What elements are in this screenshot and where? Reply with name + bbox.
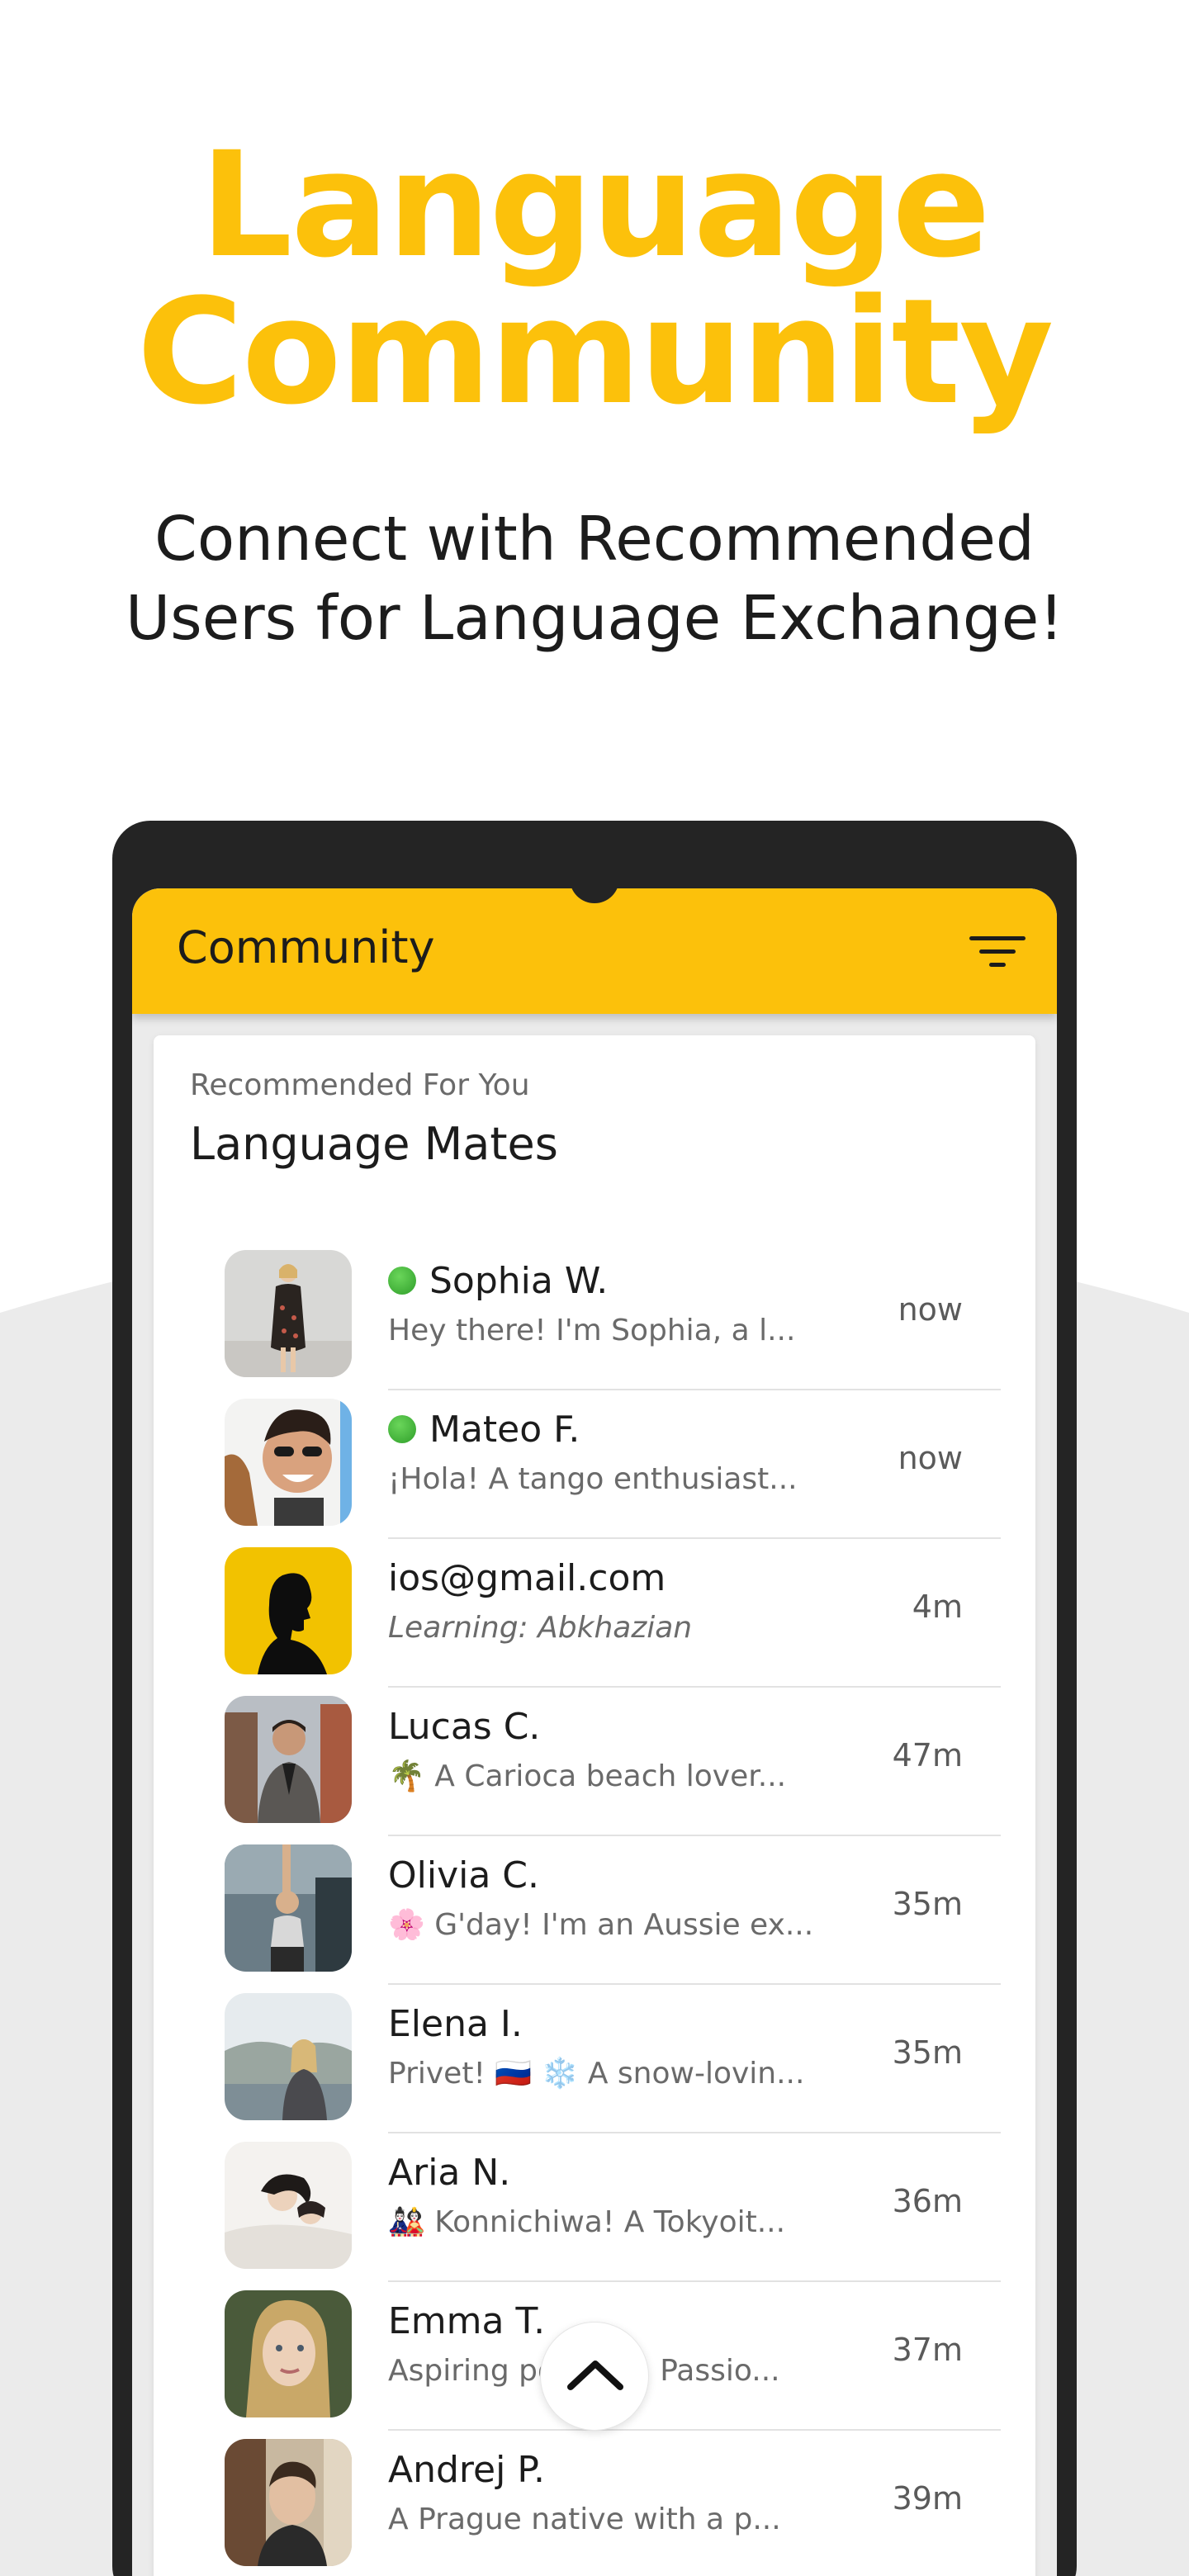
user-row[interactable]: Sophia W. Hey there! I'm Sophia, a l... … <box>154 1242 1035 1390</box>
user-row[interactable]: Elena I. Privet! 🇷🇺 ❄️ A snow-lovin... 3… <box>154 1985 1035 2133</box>
user-row[interactable]: Aria N. 🎎 Konnichiwa! A Tokyoit... 36m <box>154 2133 1035 2282</box>
user-row[interactable]: ios@gmail.com Learning: Abkhazian 4m <box>154 1539 1035 1688</box>
avatar[interactable] <box>225 2290 352 2417</box>
avatar[interactable] <box>225 2142 352 2269</box>
user-snippet: Hey there! I'm Sophia, a l... <box>388 1314 796 1347</box>
user-row[interactable]: Andrej P. A Prague native with a p... 39… <box>154 2431 1035 2576</box>
avatar[interactable] <box>225 1250 352 1377</box>
app-bar-title: Community <box>177 921 435 973</box>
user-name: Aria N. <box>388 2151 511 2194</box>
user-name: Emma T. <box>388 2299 546 2342</box>
user-snippet: 🌴 A Carioca beach lover... <box>388 1759 787 1793</box>
user-name: Lucas C. <box>388 1705 541 1748</box>
user-name: Sophia W. <box>429 1259 609 1302</box>
hero-title-line1: Language <box>200 121 991 290</box>
row-text: Elena I. Privet! 🇷🇺 ❄️ A snow-lovin... <box>388 1998 850 2094</box>
card-kicker: Recommended For You <box>190 1068 530 1102</box>
row-text: Mateo F. ¡Hola! A tango enthusiast... <box>388 1404 850 1499</box>
user-name: Andrej P. <box>388 2448 545 2491</box>
last-active-time: 47m <box>892 1737 963 1773</box>
user-snippet: Learning: Abkhazian <box>388 1611 693 1645</box>
user-row[interactable]: Olivia C. 🌸 G'day! I'm an Aussie ex... 3… <box>154 1836 1035 1985</box>
row-text: Andrej P. A Prague native with a p... <box>388 2444 850 2540</box>
avatar[interactable] <box>225 1399 352 1526</box>
hero-subtitle-line1: Connect with Recommended <box>154 504 1035 575</box>
avatar[interactable] <box>225 1547 352 1674</box>
avatar[interactable] <box>225 1696 352 1823</box>
row-text: Lucas C. 🌴 A Carioca beach lover... <box>388 1701 850 1797</box>
chevron-up-icon <box>567 2361 623 2390</box>
row-text: ios@gmail.com Learning: Abkhazian <box>388 1552 850 1648</box>
avatar[interactable] <box>225 1993 352 2120</box>
hero-subtitle-line2: Users for Language Exchange! <box>126 583 1063 654</box>
app-bar: Community <box>132 888 1057 1014</box>
row-text: Aria N. 🎎 Konnichiwa! A Tokyoit... <box>388 2147 850 2242</box>
last-active-time: now <box>898 1291 963 1328</box>
last-active-time: 35m <box>892 2034 963 2071</box>
online-status-icon <box>388 1415 416 1443</box>
last-active-time: 35m <box>892 1886 963 1922</box>
row-text: Sophia W. Hey there! I'm Sophia, a l... <box>388 1255 850 1351</box>
user-row[interactable]: Lucas C. 🌴 A Carioca beach lover... 47m <box>154 1688 1035 1836</box>
last-active-time: 39m <box>892 2480 963 2517</box>
user-snippet: Privet! 🇷🇺 ❄️ A snow-lovin... <box>388 2057 805 2091</box>
user-name: Elena I. <box>388 2002 523 2045</box>
user-name: Mateo F. <box>429 1408 580 1451</box>
hero-title: Language Community <box>0 132 1189 426</box>
last-active-time: 36m <box>892 2183 963 2219</box>
user-name: Olivia C. <box>388 1854 540 1896</box>
last-active-time: 4m <box>912 1589 963 1625</box>
user-snippet: 🎎 Konnichiwa! A Tokyoit... <box>388 2205 786 2239</box>
scroll-to-top-button[interactable] <box>540 2322 649 2431</box>
avatar[interactable] <box>225 1844 352 1972</box>
user-snippet: A Prague native with a p... <box>388 2503 781 2536</box>
last-active-time: 37m <box>892 2332 963 2368</box>
online-status-icon <box>388 1267 416 1295</box>
avatar[interactable] <box>225 2439 352 2566</box>
hero-title-line2: Community <box>136 268 1054 437</box>
user-snippet: 🌸 G'day! I'm an Aussie ex... <box>388 1908 814 1942</box>
row-text: Olivia C. 🌸 G'day! I'm an Aussie ex... <box>388 1849 850 1945</box>
hero-subtitle: Connect with Recommended Users for Langu… <box>0 500 1189 658</box>
last-active-time: now <box>898 1440 963 1476</box>
user-row[interactable]: Mateo F. ¡Hola! A tango enthusiast... no… <box>154 1390 1035 1539</box>
user-snippet: ¡Hola! A tango enthusiast... <box>388 1462 798 1496</box>
filter-icon[interactable] <box>968 931 1027 973</box>
user-name: ios@gmail.com <box>388 1556 666 1599</box>
card-title: Language Mates <box>190 1118 558 1170</box>
